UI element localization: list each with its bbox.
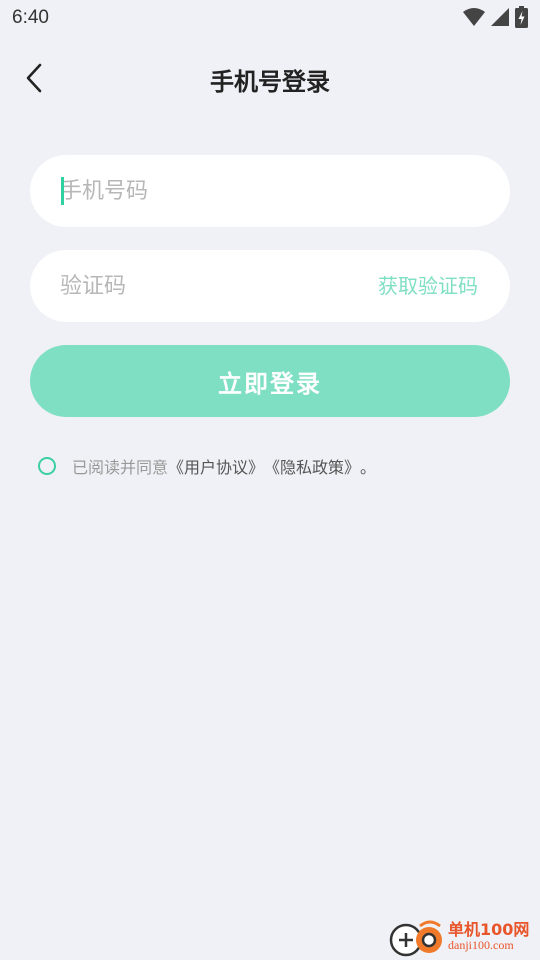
get-code-button[interactable]: 获取验证码 [378,250,478,322]
watermark-url: danji100.com [448,938,514,952]
verification-code-input[interactable] [60,250,350,322]
status-bar: 6:40 [0,0,540,36]
status-icons [463,6,528,28]
user-agreement-link[interactable]: 《用户协议》 [168,454,264,478]
watermark: 单机100网 danji100.com [386,914,536,958]
phone-field[interactable] [30,155,510,227]
header: 手机号登录 [0,50,540,106]
privacy-policy-link[interactable]: 《隐私政策》 [264,454,360,478]
code-field[interactable]: 获取验证码 [30,250,510,322]
wifi-icon [463,8,485,26]
phone-input[interactable] [60,155,480,227]
login-button[interactable]: 立即登录 [30,345,510,417]
watermark-name: 单机100网 [448,920,530,939]
status-time: 6:40 [12,7,49,28]
agreement-row: 已阅读并同意 《用户协议》 《隐私政策》 。 [38,454,376,478]
cellular-signal-icon [491,8,509,26]
agreement-suffix: 。 [360,458,377,477]
text-cursor [61,177,64,205]
agree-checkbox[interactable] [38,457,56,475]
page-title: 手机号登录 [210,68,330,96]
agreement-prefix: 已阅读并同意 [72,458,169,477]
watermark-logo-icon [389,920,442,957]
battery-charging-icon [515,6,528,28]
